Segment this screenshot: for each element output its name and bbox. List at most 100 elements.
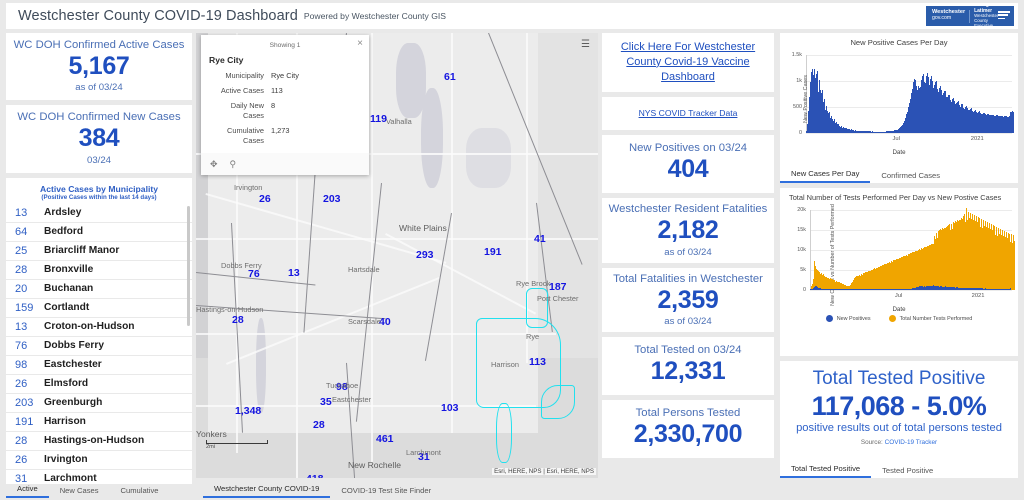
- popup-footer: ✥ ⚲: [201, 153, 369, 175]
- list-item[interactable]: 13 Ardsley: [6, 204, 192, 223]
- nys-tracker-link-card[interactable]: NYS COVID Tracker Data: [602, 96, 774, 131]
- list-item[interactable]: 76 Dobbs Ferry: [6, 337, 192, 356]
- map-panel[interactable]: 61 119 26 203 293 191 41 13 76 187 28 40 113 98 35 1,34…: [196, 33, 598, 478]
- municipality-count: 28: [15, 434, 28, 447]
- vaccine-dashboard-link-card[interactable]: Click Here For Westchester County Covid-…: [602, 33, 774, 92]
- page-subtitle: Powered by Westchester County GIS: [303, 11, 447, 21]
- municipality-scrollbar[interactable]: [187, 205, 190, 326]
- popup-title: Rye City: [209, 55, 244, 65]
- municipality-count: 64: [15, 225, 28, 238]
- municipality-count: 25: [15, 244, 28, 257]
- list-item[interactable]: 28 Bronxville: [6, 261, 192, 280]
- tab-tested-positive[interactable]: Tested Positive: [871, 466, 944, 478]
- chart-xlabel: Date: [892, 306, 906, 313]
- list-item[interactable]: 159 Cortlandt: [6, 299, 192, 318]
- municipality-count: 28: [15, 263, 28, 276]
- chart-ytick: 1k: [796, 78, 802, 84]
- tab-new-cases[interactable]: New Cases: [49, 486, 110, 498]
- logo-brand: Westchester gov.com: [926, 9, 965, 21]
- reservoir-shape: [421, 88, 443, 188]
- westchester-gov-logo[interactable]: Westchester gov.com George Latimer Westc…: [926, 6, 1014, 26]
- municipality-count: 98: [15, 358, 28, 371]
- zoom-icon[interactable]: ⚲: [230, 159, 237, 170]
- popup-showing-count: Showing 1: [269, 41, 301, 49]
- map-tabbar[interactable]: Westchester County COVID-19 COVID-19 Test…: [203, 482, 463, 498]
- pan-icon[interactable]: ✥: [210, 159, 218, 170]
- list-item[interactable]: 20 Buchanan: [6, 280, 192, 299]
- map-place-label: New Rochelle: [348, 460, 402, 470]
- municipality-name: Eastchester: [44, 359, 102, 370]
- municipality-list[interactable]: 13 Ardsley 64 Bedford 25 Briarcliff Manor 28 Br…: [6, 204, 192, 484]
- legend-entry: New Positives: [825, 315, 871, 322]
- list-item[interactable]: 26 Irvington: [6, 451, 192, 470]
- popup-field-key: Cumulative Cases: [227, 125, 264, 145]
- list-item[interactable]: 25 Briarcliff Manor: [6, 242, 192, 261]
- tab-new-cases-per-day[interactable]: New Cases Per Day: [780, 169, 871, 183]
- map-case-count: 26: [259, 193, 271, 205]
- map-case-count: 113: [529, 356, 546, 368]
- municipality-name: Cortlandt: [44, 302, 90, 313]
- chart-ytick: 500: [793, 104, 802, 110]
- tab-confirmed-cases[interactable]: Confirmed Cases: [870, 171, 951, 183]
- stat-value: 5,167: [68, 52, 130, 80]
- municipality-name: Bedford: [44, 226, 84, 237]
- chart-card-new-cases[interactable]: New Positive Cases Per Day 0 500 1k 1.5k New…: [780, 33, 1018, 183]
- stat-card-new-cases: WC DOH Confirmed New Cases 384 03/24: [6, 105, 192, 173]
- scalebar-label: 2mi: [206, 444, 216, 450]
- page-title: Westchester County COVID-19 Dashboard: [18, 8, 298, 24]
- chart-xtick: Jul: [892, 136, 900, 142]
- stat-value: 384: [78, 124, 120, 153]
- list-item[interactable]: 26 Elmsford: [6, 375, 192, 394]
- close-icon[interactable]: ×: [357, 39, 363, 49]
- stat-title: WC DOH Confirmed Active Cases: [13, 39, 185, 51]
- chart-gridline: [810, 290, 1012, 291]
- chart-tabbar-new-cases[interactable]: New Cases Per Day Confirmed Cases: [780, 167, 951, 183]
- list-item[interactable]: 13 Croton-on-Hudson: [6, 318, 192, 337]
- municipality-name: Briarcliff Manor: [44, 245, 120, 256]
- nys-tracker-link[interactable]: NYS COVID Tracker Data: [608, 108, 768, 120]
- map-place-label: Dobbs Ferry: [221, 261, 262, 270]
- total-positive-tabbar[interactable]: Total Tested Positive Tested Positive: [780, 462, 944, 478]
- municipality-count: 203: [15, 396, 34, 409]
- stat-value: 2,330,700: [633, 420, 743, 449]
- reservoir-shape: [466, 128, 511, 188]
- stat-title: Westchester Resident Fatalities: [608, 203, 768, 216]
- list-item[interactable]: 98 Eastchester: [6, 356, 192, 375]
- selected-municipality-outline: [496, 403, 512, 463]
- tab-westchester-county-covid-19[interactable]: Westchester County COVID-19: [203, 484, 331, 498]
- municipality-count: 76: [15, 339, 28, 352]
- tab-active[interactable]: Active: [6, 484, 49, 498]
- stat-value: 404: [667, 155, 709, 184]
- municipality-name: Harrison: [44, 416, 86, 427]
- municipality-title: Active Cases by Municipality: [40, 183, 158, 194]
- legend-swatch: [888, 315, 896, 322]
- chart-title: Total Number of Tests Performed Per Day …: [789, 193, 1002, 202]
- center-right-stats: New Positives on 03/24 404 Westchester Res…: [602, 135, 774, 459]
- tab-total-tested-positive[interactable]: Total Tested Positive: [780, 464, 872, 478]
- selected-municipality-outline: [541, 385, 575, 419]
- list-item[interactable]: 64 Bedford: [6, 223, 192, 242]
- map-legend-icon[interactable]: ☰: [579, 38, 592, 51]
- legend-entry: Total Number Tests Performed: [888, 315, 972, 322]
- total-positive-source: Source: COVID-19 Tracker: [784, 434, 1014, 446]
- map-place-label: Valhalla: [386, 117, 412, 126]
- list-item[interactable]: 191 Harrison: [6, 413, 192, 432]
- popup-header: Showing 1 ×: [201, 35, 369, 55]
- municipality-name: Croton-on-Hudson: [44, 321, 135, 332]
- source-link[interactable]: COVID-19 Tracker: [885, 439, 938, 446]
- app-header: Westchester County COVID-19 Dashboard Po…: [6, 3, 1018, 29]
- list-item[interactable]: 203 Greenburgh: [6, 394, 192, 413]
- vaccine-dashboard-link[interactable]: Click Here For Westchester County Covid-…: [608, 40, 768, 85]
- popup-attribute-table: Municipality Rye City Active Cases 113 Daily…: [201, 69, 369, 146]
- chart-card-tests[interactable]: Total Number of Tests Performed Per Day …: [780, 188, 1018, 356]
- municipality-tabbar[interactable]: Active New Cases Cumulative: [6, 482, 192, 498]
- list-item[interactable]: 28 Hastings-on-Hudson: [6, 432, 192, 451]
- map-case-count: 28: [313, 419, 325, 431]
- total-tested-positive-card: Total Tested Positive 117,068 - 5.0% pos…: [780, 361, 1018, 478]
- map-feature-popup[interactable]: Showing 1 × Rye City Municipality Rye Cit…: [201, 35, 369, 175]
- tab-cumulative[interactable]: Cumulative: [110, 486, 170, 498]
- tab-covid-19-test-site-finder[interactable]: COVID-19 Test Site Finder: [330, 486, 442, 498]
- map-case-count: 61: [444, 71, 456, 83]
- stat-note: as of 03/24: [664, 315, 712, 327]
- chart-legend: New Positives Total Number Tests Performe…: [780, 313, 1018, 327]
